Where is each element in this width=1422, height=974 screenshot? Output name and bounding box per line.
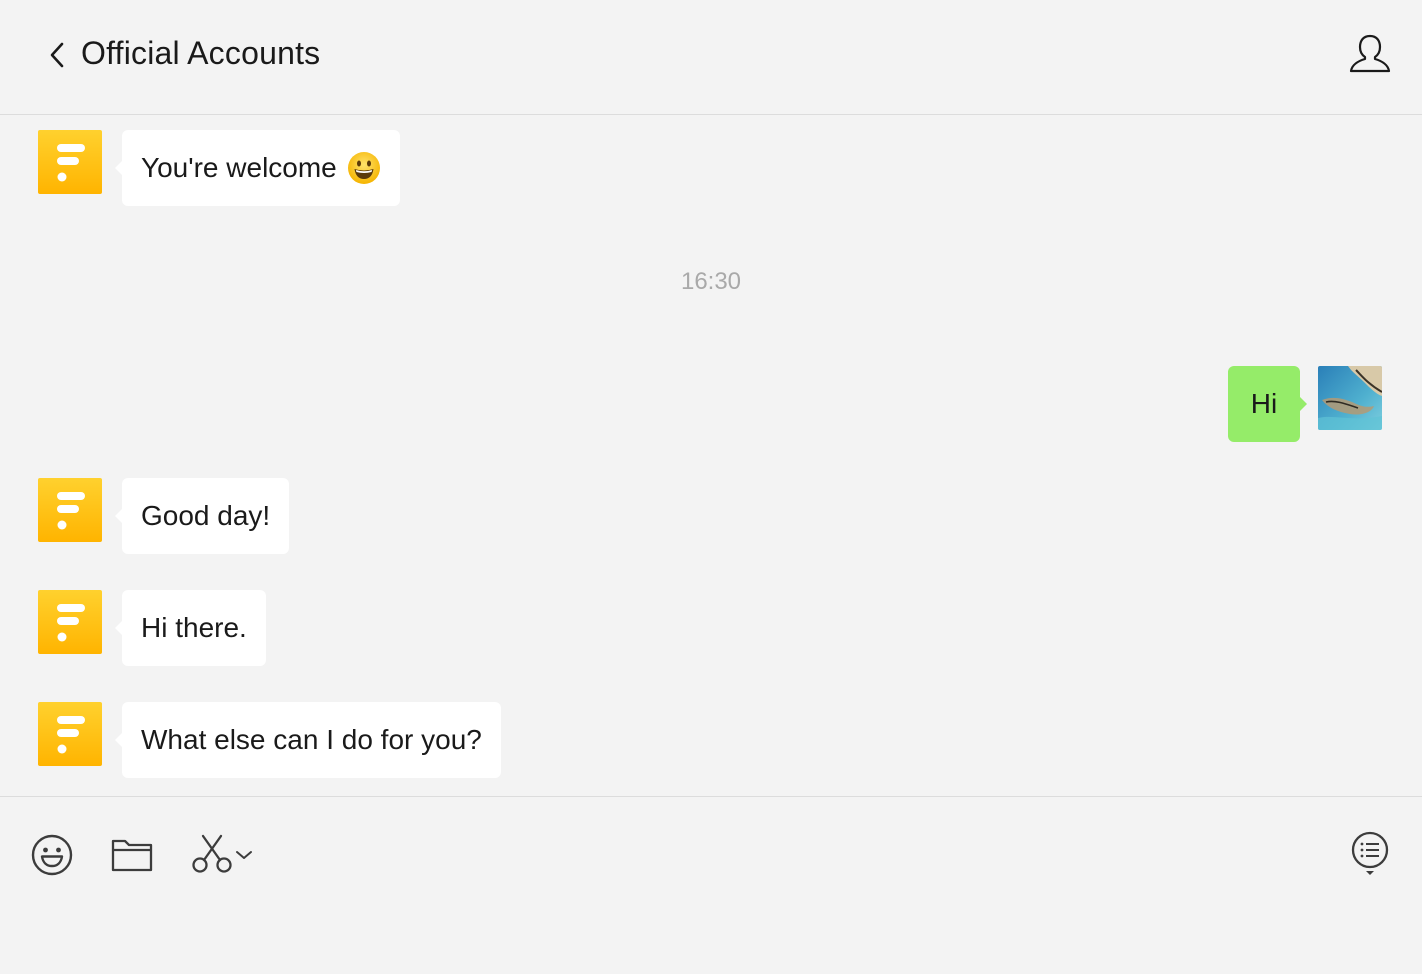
- message-bubble[interactable]: Hi there.: [115, 590, 266, 666]
- message-text: Hi there.: [141, 612, 247, 643]
- send-file-button[interactable]: [110, 835, 154, 875]
- chat-history-button[interactable]: [1348, 829, 1392, 877]
- official-account-logo-icon: [57, 604, 85, 642]
- profile-button[interactable]: [1346, 32, 1394, 76]
- my-message-bubble[interactable]: Hi: [1228, 366, 1307, 442]
- chevron-left-icon: [50, 42, 64, 68]
- timestamp: 16:30: [680, 268, 742, 295]
- message-text: Good day!: [141, 500, 271, 531]
- chevron-down-icon: [236, 851, 252, 859]
- message-list[interactable]: You're welcome 16:30 Hi Good day! Hi the…: [0, 116, 1422, 796]
- chat-window: Official Accounts You're welcome 16:30 H…: [0, 0, 1422, 974]
- message-bubble[interactable]: What else can I do for you?: [115, 702, 501, 778]
- smiley-icon: [31, 834, 73, 876]
- message-bubble[interactable]: You're welcome: [115, 130, 400, 206]
- input-toolbar: [0, 796, 1422, 974]
- person-icon: [1349, 34, 1391, 73]
- chat-history-icon: [1351, 831, 1389, 875]
- official-account-avatar[interactable]: [38, 478, 102, 542]
- official-account-logo-icon: [57, 492, 85, 530]
- official-account-avatar[interactable]: [38, 702, 102, 766]
- scissors-icon: [192, 834, 232, 873]
- folder-icon: [111, 839, 153, 872]
- back-button[interactable]: [44, 38, 70, 72]
- emoji-button[interactable]: [30, 833, 74, 877]
- message-text: What else can I do for you?: [141, 724, 482, 755]
- message-bubble[interactable]: Good day!: [114, 478, 290, 554]
- screenshot-options-button[interactable]: [234, 847, 254, 863]
- chat-title: Official Accounts: [81, 35, 321, 71]
- message-text: You're welcome: [141, 152, 337, 183]
- avatar-image: [1318, 366, 1382, 430]
- screenshot-button[interactable]: [190, 833, 234, 877]
- chat-header: Official Accounts: [0, 0, 1422, 115]
- official-account-avatar[interactable]: [38, 590, 102, 654]
- official-account-logo-icon: [57, 716, 85, 754]
- official-account-avatar[interactable]: [38, 130, 102, 194]
- my-avatar[interactable]: [1318, 366, 1382, 430]
- message-text: Hi: [1250, 388, 1278, 419]
- official-account-logo-icon: [57, 144, 85, 182]
- grinning-face-emoji-icon: [347, 152, 380, 184]
